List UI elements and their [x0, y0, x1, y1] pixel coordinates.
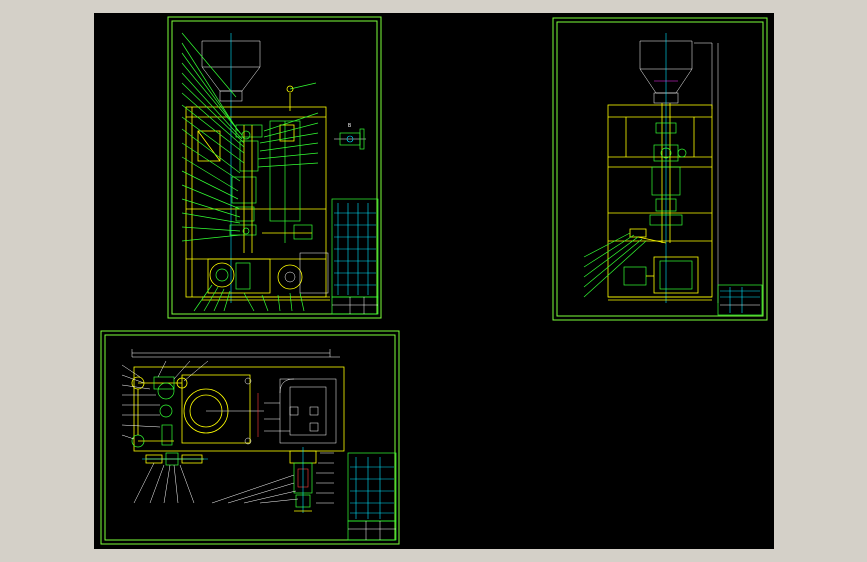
drive-motor	[202, 252, 330, 301]
spindle-assembly	[629, 103, 687, 244]
sheet-plan-view	[100, 330, 400, 545]
parts-list-table	[717, 284, 763, 316]
motor-outline	[257, 378, 337, 444]
cross-shaft	[142, 452, 208, 466]
parts-list-table	[347, 452, 397, 522]
svg-text:B: B	[348, 123, 351, 129]
base-plate	[133, 366, 345, 452]
title-block	[331, 296, 379, 315]
sheet-side-elevation	[552, 17, 768, 321]
detail-b: B	[334, 123, 366, 150]
leader-lines-left	[181, 32, 245, 242]
sheet-front-elevation: B	[167, 16, 382, 319]
valve-detail	[289, 447, 317, 513]
parts-list-table	[331, 198, 379, 298]
dimension-lines	[131, 349, 340, 358]
hopper	[201, 33, 261, 303]
cad-drawing-canvas[interactable]: B	[94, 13, 774, 549]
title-block	[347, 520, 397, 541]
hopper	[639, 33, 713, 303]
drive-motor	[608, 256, 712, 301]
sheet-inner-frame	[171, 20, 378, 315]
